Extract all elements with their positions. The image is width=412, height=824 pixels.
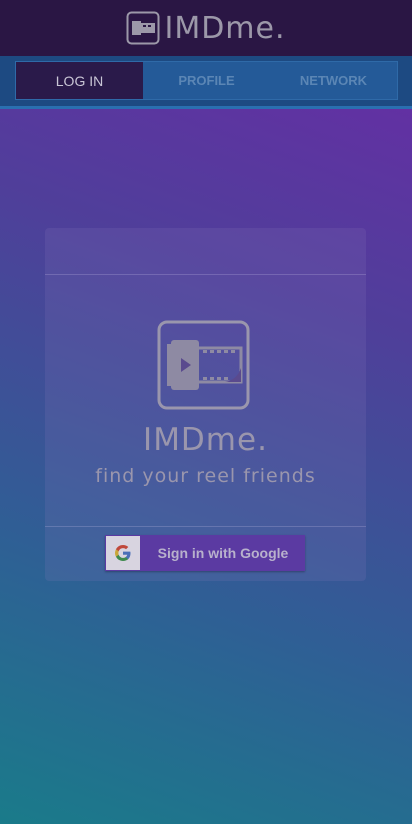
app-title: IMDme. [143, 422, 268, 458]
brand[interactable]: IMDme. [126, 11, 285, 46]
card-divider-bottom [45, 526, 366, 527]
google-g-icon [106, 536, 140, 570]
tab-bar: LOG IN PROFILE NETWORK [0, 56, 412, 109]
film-reel-icon [126, 11, 160, 45]
tab-profile[interactable]: PROFILE [143, 62, 270, 99]
brand-name: IMDme. [164, 10, 286, 46]
tagline: find your reel friends [95, 465, 316, 487]
login-card: IMDme. find your reel friends Sign in wi… [45, 228, 366, 581]
tab-network[interactable]: NETWORK [270, 62, 397, 99]
tab-list: LOG IN PROFILE NETWORK [15, 61, 398, 100]
card-divider-top [45, 274, 366, 275]
app-header: IMDme. [0, 0, 412, 56]
google-signin-button[interactable]: Sign in with Google [105, 535, 305, 571]
film-camera-icon [157, 320, 250, 410]
google-signin-label: Sign in with Google [157, 545, 289, 561]
tab-log-in[interactable]: LOG IN [16, 62, 143, 99]
